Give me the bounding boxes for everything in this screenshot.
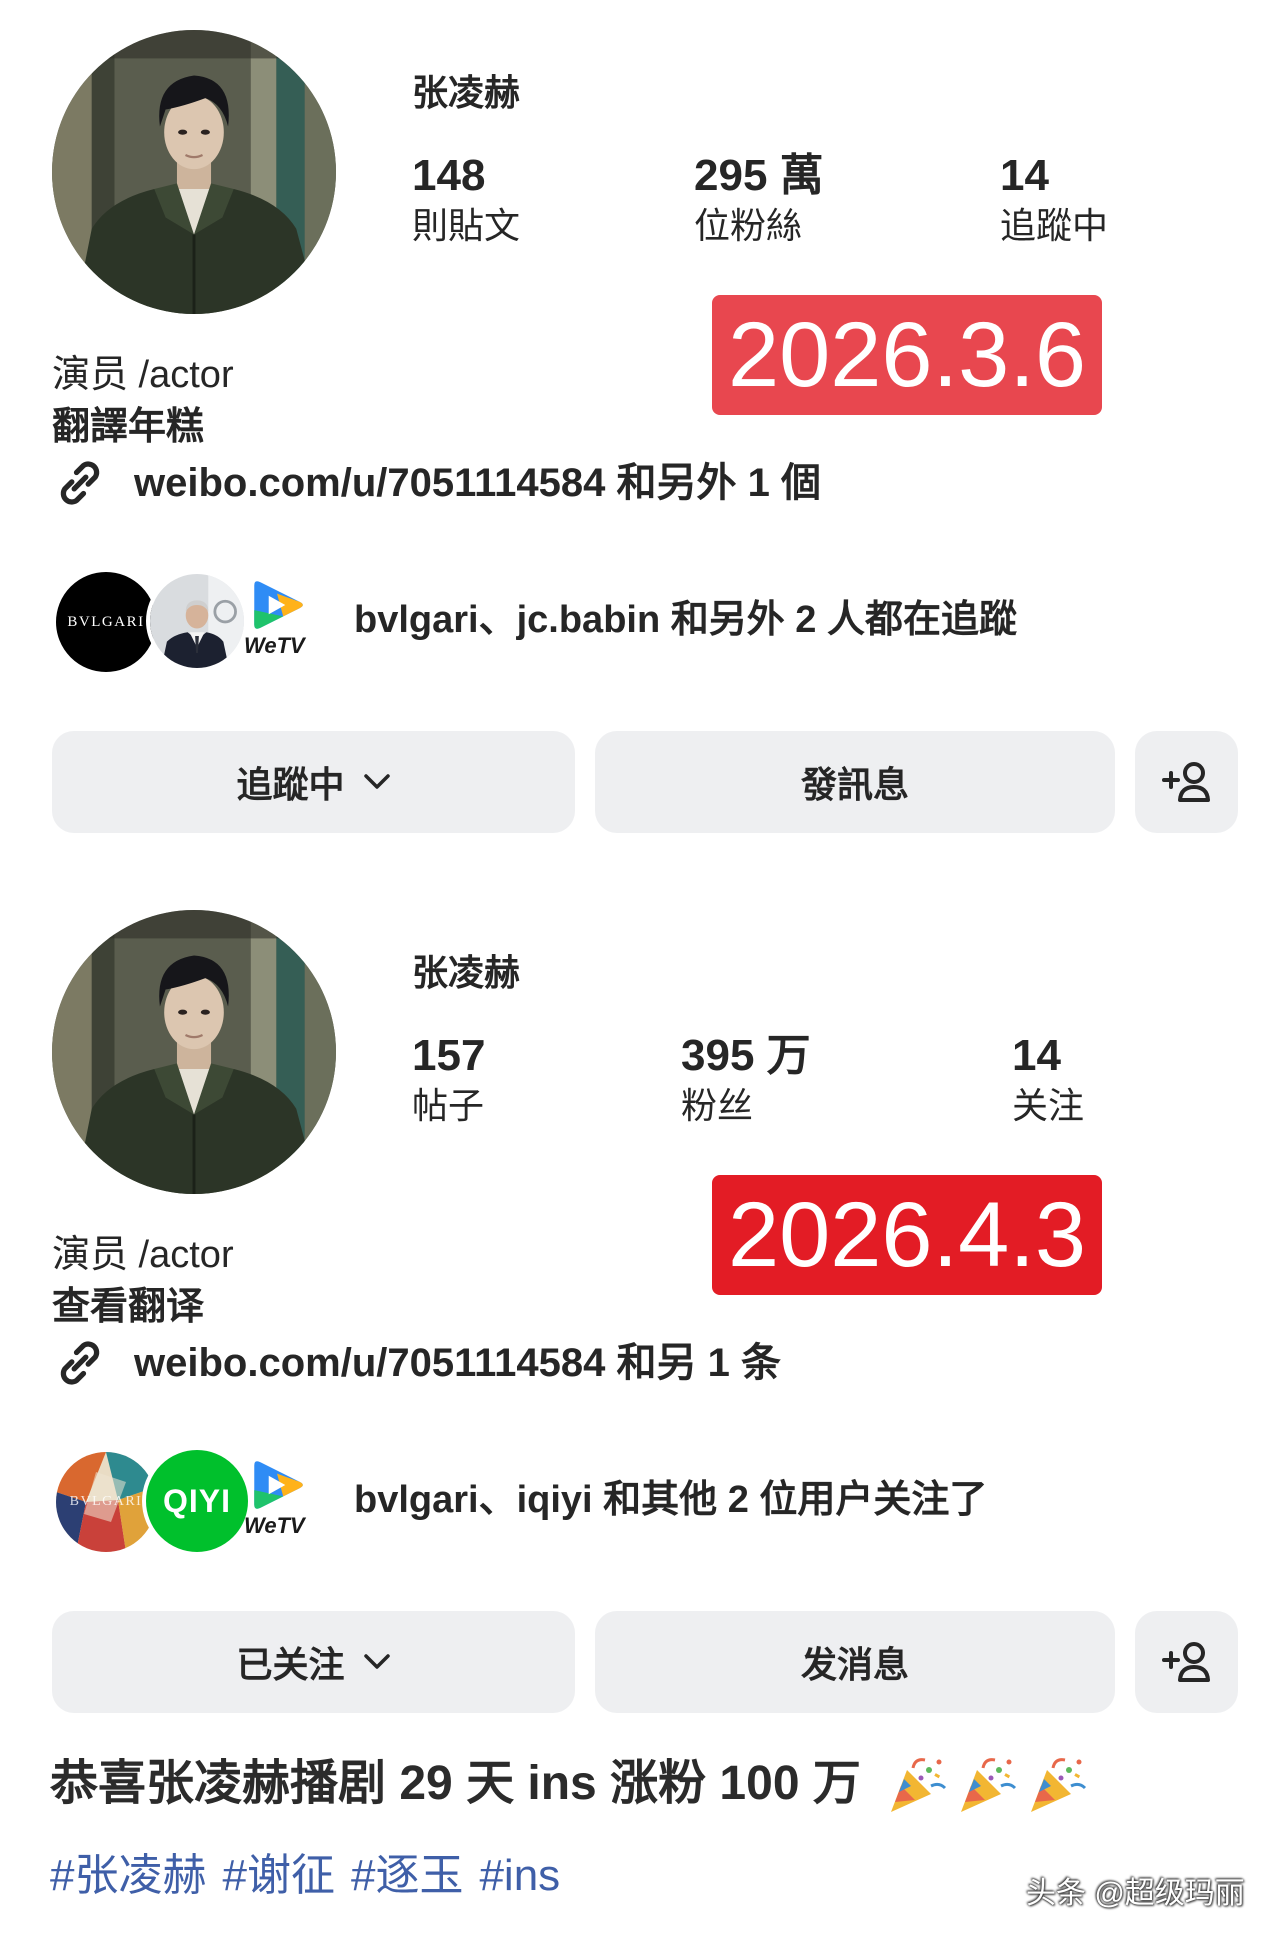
date-stamp: 2026.4.3 (712, 1175, 1102, 1295)
hashtag-list: #张凌赫 #谢征 #逐玉 #ins (50, 1850, 576, 1902)
posts-count: 157 (412, 1031, 486, 1080)
message-button-label: 发消息 (800, 1644, 909, 1685)
translate-link[interactable]: 翻譯年糕 (52, 405, 204, 449)
followers-stat[interactable]: 295 萬 位粉絲 (694, 150, 824, 250)
message-button-label: 發訊息 (800, 764, 909, 805)
suggested-accounts-button[interactable] (1135, 731, 1238, 833)
profile-header-1: 张凌赫 148 則貼文 295 萬 位粉絲 14 追蹤中 2026.3.6 演员… (0, 0, 1280, 860)
following-stat[interactable]: 14 关注 (1012, 1030, 1084, 1130)
message-button[interactable]: 發訊息 (595, 731, 1115, 833)
bvlgari-logo-text: BVLGARI (69, 1494, 143, 1509)
posts-count: 148 (412, 151, 486, 200)
party-popper-icon (955, 1752, 1019, 1816)
suggested-accounts-button[interactable] (1135, 1611, 1238, 1713)
followed-by[interactable]: BVLGARI QIYI WeTV bvlgari、iqiyi 和其他 2 位用… (52, 1445, 1052, 1560)
chevron-down-icon (363, 1653, 391, 1671)
hashtag-link[interactable]: #逐玉 (351, 1850, 463, 1902)
followers-count: 395 万 (681, 1031, 811, 1080)
profile-avatar[interactable] (52, 910, 336, 1194)
followed-by-text: bvlgari、jc.babin 和另外 2 人都在追蹤 (354, 599, 1017, 641)
posts-label: 則貼文 (412, 205, 521, 246)
profile-avatar[interactable] (52, 30, 336, 314)
followers-stat[interactable]: 395 万 粉丝 (681, 1030, 811, 1130)
wetv-logo: WeTV (242, 1459, 316, 1551)
watermark: 头条 @超级玛丽 (1026, 1877, 1245, 1910)
link-text: weibo.com/u/7051114584 和另 1 条 (134, 1341, 781, 1385)
wetv-logo: WeTV (242, 579, 316, 671)
message-button[interactable]: 发消息 (595, 1611, 1115, 1713)
caption-text: 恭喜张凌赫播剧 29 天 ins 涨粉 100 万 (50, 1757, 861, 1810)
link-icon (52, 455, 108, 511)
followers-label: 粉丝 (681, 1085, 754, 1126)
followed-by-text: bvlgari、iqiyi 和其他 2 位用户关注了 (354, 1479, 988, 1521)
following-label: 关注 (1012, 1085, 1085, 1126)
jc-babin-avatar (146, 570, 248, 672)
hashtag-link[interactable]: #张凌赫 (50, 1850, 206, 1902)
following-label: 追蹤中 (1000, 205, 1109, 246)
followed-by[interactable]: BVLGARI WeTV bvlgari、jc.babin 和另外 2 人都在追… (52, 565, 1052, 680)
link-text: weibo.com/u/7051114584 和另外 1 個 (134, 461, 821, 505)
following-stat[interactable]: 14 追蹤中 (1000, 150, 1108, 250)
wetv-logo-text: WeTV (244, 633, 305, 658)
date-stamp: 2026.3.6 (712, 295, 1102, 415)
external-link[interactable]: weibo.com/u/7051114584 和另 1 条 (52, 1335, 781, 1391)
party-popper-icon (1025, 1752, 1089, 1816)
iqiyi-logo: QIYI (142, 1446, 252, 1556)
following-count: 14 (1000, 151, 1049, 200)
external-link[interactable]: weibo.com/u/7051114584 和另外 1 個 (52, 455, 821, 511)
emoji-group (885, 1752, 1095, 1816)
chevron-down-icon (363, 773, 391, 791)
following-count: 14 (1012, 1031, 1061, 1080)
hashtag-link[interactable]: #ins (479, 1850, 560, 1902)
following-button-label: 追蹤中 (236, 764, 345, 805)
add-person-icon (1160, 760, 1214, 804)
username: 张凌赫 (412, 952, 521, 993)
posts-stat[interactable]: 148 則貼文 (412, 150, 520, 250)
profile-header-2: 张凌赫 157 帖子 395 万 粉丝 14 关注 2026.4.3 演员 /a… (0, 880, 1280, 1740)
link-icon (52, 1335, 108, 1391)
translate-link[interactable]: 查看翻译 (52, 1285, 204, 1329)
following-button[interactable]: 已关注 (52, 1611, 575, 1713)
followers-label: 位粉絲 (694, 205, 803, 246)
post-caption: 恭喜张凌赫播剧 29 天 ins 涨粉 100 万 (50, 1752, 1095, 1816)
iqiyi-logo-text: QIYI (162, 1482, 231, 1519)
bvlgari-logo: BVLGARI (52, 568, 160, 676)
bio-text: 演员 /actor (52, 1234, 234, 1276)
hashtag-link[interactable]: #谢征 (222, 1850, 334, 1902)
party-popper-icon (885, 1752, 949, 1816)
wetv-logo-text: WeTV (244, 1513, 305, 1538)
bvlgari-logo-text: BVLGARI (67, 613, 145, 630)
bio-text: 演员 /actor (52, 354, 234, 396)
followers-count: 295 萬 (694, 151, 824, 200)
following-button[interactable]: 追蹤中 (52, 731, 575, 833)
posts-label: 帖子 (412, 1085, 485, 1126)
username: 张凌赫 (412, 72, 521, 113)
following-button-label: 已关注 (236, 1644, 345, 1685)
add-person-icon (1160, 1640, 1214, 1684)
posts-stat[interactable]: 157 帖子 (412, 1030, 485, 1130)
